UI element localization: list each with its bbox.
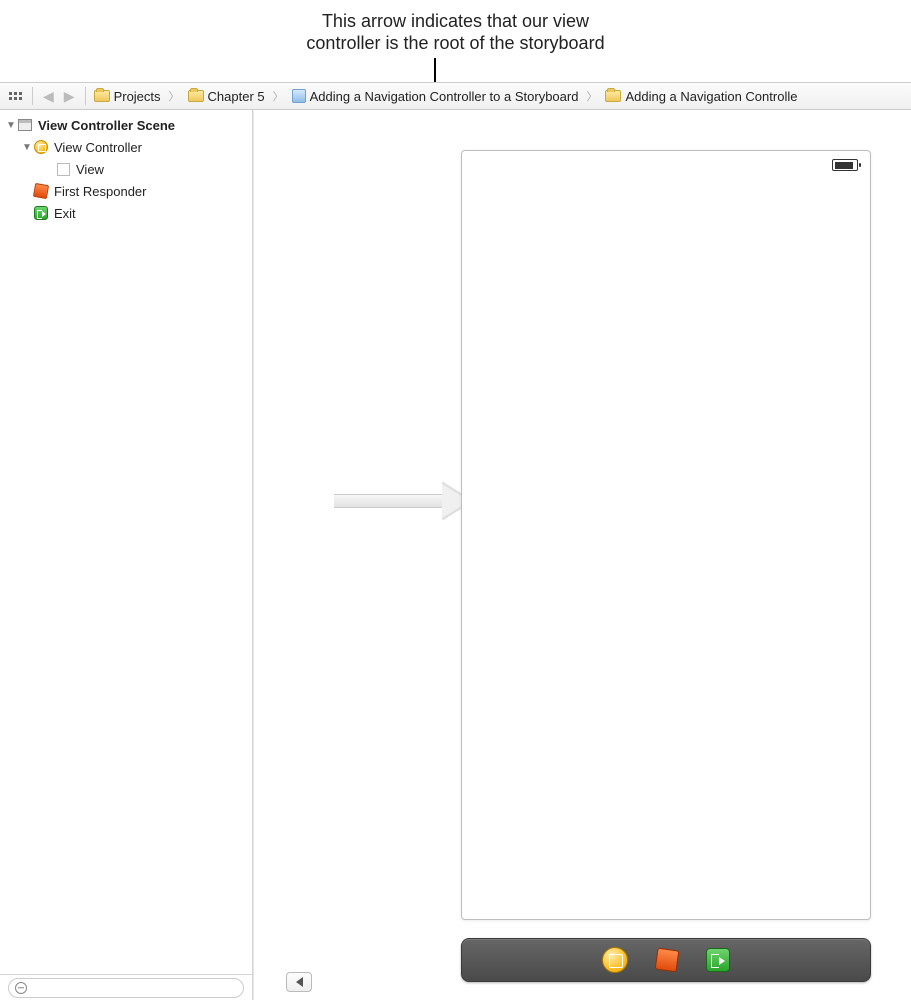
breadcrumb-chapter[interactable]: Chapter 5 <box>188 89 265 104</box>
outline-label: Exit <box>50 206 76 221</box>
breadcrumb-storyboard[interactable]: Adding a Navigation Controller to a Stor… <box>292 89 579 104</box>
jump-bar: ◀ ▶ Projects 〉 Chapter 5 〉 Adding a Navi… <box>0 82 911 110</box>
divider <box>85 87 86 105</box>
outline-label: View Controller <box>50 140 142 155</box>
viewcontroller-canvas-frame[interactable] <box>461 150 871 920</box>
arrow-shaft <box>334 494 446 508</box>
main-area: ▼ View Controller Scene ▼ View Controlle… <box>0 110 911 1000</box>
battery-icon <box>832 159 858 171</box>
view-icon <box>57 163 70 176</box>
dock-exit-icon[interactable] <box>706 948 730 972</box>
folder-icon <box>188 90 204 102</box>
outline-exit-row[interactable]: Exit <box>0 202 252 224</box>
forward-button[interactable]: ▶ <box>62 88 77 105</box>
document-outline: ▼ View Controller Scene ▼ View Controlle… <box>0 110 253 1000</box>
exit-icon <box>34 206 48 220</box>
scene-dock <box>461 938 871 982</box>
first-responder-icon <box>33 183 49 199</box>
filter-icon <box>15 982 27 994</box>
chevron-right-icon: 〉 <box>584 88 599 104</box>
storyboard-canvas[interactable] <box>253 110 911 1000</box>
caption-line-2: controller is the root of the storyboard <box>0 32 911 54</box>
breadcrumb-label: Chapter 5 <box>208 89 265 104</box>
outline-view-row[interactable]: View <box>0 158 252 180</box>
folder-icon <box>605 90 621 102</box>
breadcrumb-label: Adding a Navigation Controlle <box>625 89 797 104</box>
disclosure-triangle-icon[interactable]: ▼ <box>22 142 32 153</box>
outline-viewcontroller-row[interactable]: ▼ View Controller <box>0 136 252 158</box>
outline-label: View Controller Scene <box>34 118 175 133</box>
divider <box>32 87 33 105</box>
back-button[interactable]: ◀ <box>41 88 56 105</box>
breadcrumb-label: Adding a Navigation Controller to a Stor… <box>310 89 579 104</box>
folder-icon <box>94 90 110 102</box>
hide-document-outline-button[interactable] <box>286 972 312 992</box>
storyboard-icon <box>292 89 306 103</box>
breadcrumb-project[interactable]: Adding a Navigation Controlle <box>605 89 797 104</box>
caption-line-1: This arrow indicates that our view <box>0 10 911 32</box>
chevron-right-icon: 〉 <box>167 88 182 104</box>
scene-icon <box>18 119 32 131</box>
breadcrumb-projects[interactable]: Projects <box>94 89 161 104</box>
battery-fill <box>835 162 853 169</box>
triangle-left-icon <box>296 977 303 987</box>
viewcontroller-icon <box>34 140 48 154</box>
chevron-right-icon: 〉 <box>271 88 286 104</box>
outline-filter-field[interactable] <box>8 978 244 998</box>
outline-footer <box>0 974 252 1000</box>
outline-firstresponder-row[interactable]: First Responder <box>0 180 252 202</box>
outline-label: First Responder <box>50 184 146 199</box>
dock-viewcontroller-icon[interactable] <box>602 947 628 973</box>
annotation-caption: This arrow indicates that our view contr… <box>0 10 911 54</box>
breadcrumb-label: Projects <box>114 89 161 104</box>
dock-first-responder-icon[interactable] <box>655 948 680 973</box>
initial-viewcontroller-arrow[interactable] <box>334 486 474 516</box>
outline-tree: ▼ View Controller Scene ▼ View Controlle… <box>0 110 252 974</box>
related-items-button[interactable] <box>6 89 24 103</box>
outline-scene-row[interactable]: ▼ View Controller Scene <box>0 114 252 136</box>
disclosure-triangle-icon[interactable]: ▼ <box>6 120 16 131</box>
outline-label: View <box>72 162 104 177</box>
